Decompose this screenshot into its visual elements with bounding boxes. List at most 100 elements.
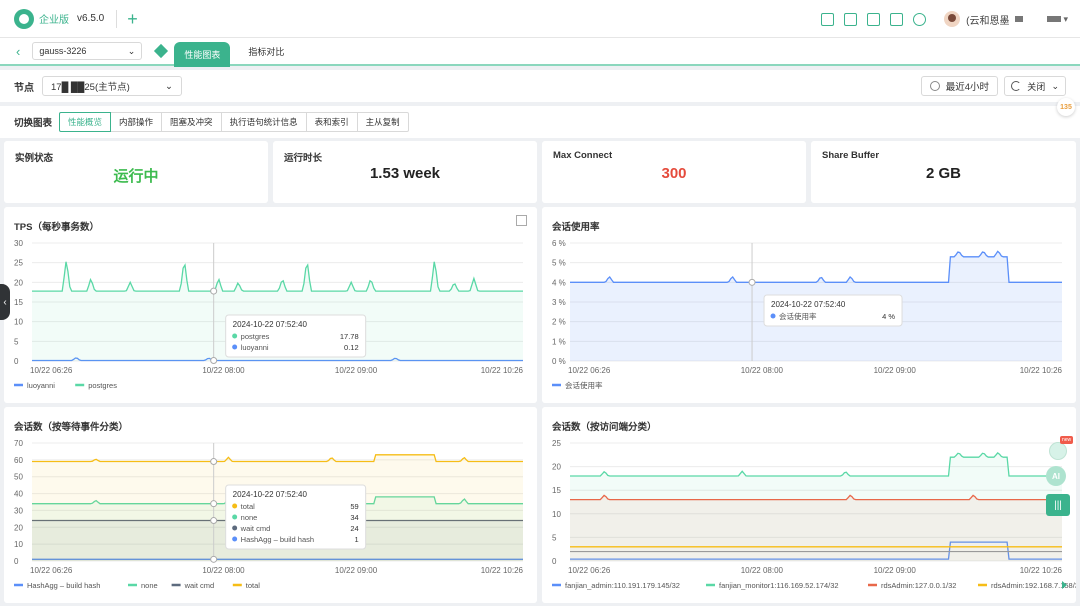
tooltip-series: HashAgg – build hash <box>241 535 314 544</box>
y-tick-label: 5 % <box>552 259 566 268</box>
y-tick-label: 30 <box>14 239 23 248</box>
x-tick-label: 10/22 06:26 <box>568 366 611 375</box>
tooltip-value: 0.12 <box>344 343 359 352</box>
y-tick-label: 20 <box>552 463 561 472</box>
y-tick-label: 4 % <box>552 278 566 287</box>
y-tick-label: 0 <box>552 557 557 566</box>
legend-item[interactable]: total <box>246 581 261 590</box>
redacted-block <box>1047 16 1062 22</box>
tooltip-series: none <box>241 513 258 522</box>
kpi-max-connect: Max Connect 300 <box>542 141 806 203</box>
time-range-label: 最近4小时 <box>945 82 989 93</box>
report-icon[interactable] <box>844 12 858 26</box>
tab-blocking[interactable]: 阻塞及冲突 <box>161 112 222 132</box>
grid-icon[interactable] <box>154 43 169 59</box>
sessions-by-wait-event-panel: 会话数（按等待事件分类） 0 10 20 30 40 50 60 70 10/22 06:26 1… <box>4 407 537 603</box>
y-tick-label: 20 <box>14 523 23 532</box>
side-collapse-handle[interactable]: ‹ <box>0 284 10 320</box>
series-line <box>32 261 523 292</box>
gear-icon[interactable] <box>913 12 927 26</box>
legend-item[interactable]: fanjian_monitor1:116.169.52.174/32 <box>719 581 839 590</box>
ai-assistant-button[interactable]: AI <box>1046 466 1066 486</box>
x-tick-label: 10/22 08:00 <box>202 566 245 575</box>
tooltip-value: 4 % <box>882 312 895 321</box>
assistant-mascot[interactable]: new <box>1046 436 1074 466</box>
x-tick-label: 10/22 06:26 <box>30 566 73 575</box>
y-tick-label: 0 <box>14 557 19 566</box>
add-icon[interactable]: + <box>127 10 138 28</box>
legend-item[interactable]: fanjian_admin:110.191.179.145/32 <box>565 581 680 590</box>
tab-metric-compare[interactable]: 指标对比 <box>238 39 294 64</box>
back-icon[interactable]: ‹ <box>16 44 20 59</box>
hover-point <box>748 278 756 286</box>
legend-item[interactable]: rdsAdmin:127.0.0.1/32 <box>881 581 956 590</box>
kpi-label: 运行时长 <box>284 153 323 164</box>
tps-chart-panel: TPS（每秒事务数） 0 5 10 15 20 25 30 10/22 06:26 10/22 … <box>4 207 537 403</box>
y-tick-label: 3 % <box>552 298 566 307</box>
tab-replication[interactable]: 主从复制 <box>356 112 409 132</box>
legend-item[interactable]: wait cmd <box>184 581 215 590</box>
x-tick-label: 10/22 10:26 <box>1020 366 1063 375</box>
kpi-value: 300 <box>661 165 687 182</box>
x-tick-label: 10/22 10:26 <box>1020 566 1063 575</box>
y-tick-label: 0 % <box>552 357 566 366</box>
time-range-button[interactable]: 最近4小时 <box>920 76 998 96</box>
legend-item[interactable]: luoyanni <box>27 381 55 390</box>
tab-statement-stats[interactable]: 执行语句统计信息 <box>220 112 307 132</box>
y-tick-label: 15 <box>552 486 561 495</box>
tooltip-series: postgres <box>241 332 270 341</box>
y-tick-label: 30 <box>14 506 23 515</box>
hover-point <box>210 517 218 525</box>
sessions-by-wait-event-chart[interactable]: 0 10 20 30 40 50 60 70 10/22 06:26 10/22 08:00 10/… <box>4 407 537 603</box>
node-label: 节点 <box>14 82 34 94</box>
logo[interactable]: 企业版 <box>14 8 69 29</box>
side-badge[interactable]: 135 <box>1057 98 1075 116</box>
user-name[interactable]: (云和恩墨 <box>966 12 1009 27</box>
node-select[interactable]: 17█ ██25(主节点) ⌄ <box>42 76 182 96</box>
hover-point <box>210 458 218 466</box>
mascot-icon <box>1049 442 1067 460</box>
tooltip-time: 2024-10-22 07:52:40 <box>771 300 846 309</box>
document-icon[interactable] <box>821 12 835 26</box>
chevron-down-icon[interactable]: ▾ <box>1063 14 1068 25</box>
kpi-share-buffer: Share Buffer 2 GB <box>811 141 1076 203</box>
clock-icon <box>929 81 940 91</box>
tooltip-swatch <box>232 514 238 520</box>
menu-icon[interactable]: ||| <box>1046 494 1070 516</box>
x-tick-label: 10/22 06:26 <box>30 366 73 375</box>
hover-point <box>210 287 218 295</box>
y-tick-label: 6 % <box>552 239 566 248</box>
auto-refresh-select[interactable]: 关闭 ⌄ <box>1004 76 1066 96</box>
auto-refresh-label: 关闭 <box>1027 81 1046 92</box>
tooltip-value: 24 <box>350 524 358 533</box>
avatar[interactable] <box>944 11 961 27</box>
clipboard-icon[interactable] <box>867 12 881 26</box>
tab-performance-charts[interactable]: 性能图表 <box>174 41 231 67</box>
tab-performance-overview[interactable]: 性能概览 <box>59 112 112 132</box>
tps-chart[interactable]: 0 5 10 15 20 25 30 10/22 06:26 10/22 08:00 10/22 … <box>4 207 537 403</box>
sessions-by-client-chart[interactable]: 0 5 10 15 20 25 10/22 06:26 10/22 08:00 10/22 09… <box>542 407 1076 603</box>
tooltip-series: wait cmd <box>240 524 271 533</box>
tooltip-series: luoyanni <box>241 343 269 352</box>
y-tick-label: 10 <box>552 510 561 519</box>
monitor-icon[interactable] <box>890 12 904 26</box>
tab-internal-ops[interactable]: 内部操作 <box>110 112 163 132</box>
tab-tables-indexes[interactable]: 表和索引 <box>305 112 358 132</box>
legend-item[interactable]: none <box>141 581 158 590</box>
instance-select[interactable]: gauss-3226 ⌄ <box>32 42 143 60</box>
tooltip-swatch <box>232 525 238 531</box>
x-tick-label: 10/22 09:00 <box>874 366 917 375</box>
chevron-down-icon: ⌄ <box>127 45 136 56</box>
y-tick-label: 2 % <box>552 318 566 327</box>
x-tick-label: 10/22 06:26 <box>568 566 611 575</box>
legend-item[interactable]: 会话使用率 <box>565 380 603 390</box>
y-tick-label: 20 <box>14 278 23 287</box>
legend-item[interactable]: postgres <box>88 381 117 390</box>
kpi-value: 2 GB <box>925 165 961 182</box>
tooltip-swatch <box>770 313 776 319</box>
sessions-by-client-panel: 会话数（按访问端分类） 0 5 10 15 20 25 10/22 06:26 10/22 0… <box>542 407 1076 603</box>
legend-item[interactable]: HashAgg – build hash <box>27 581 100 590</box>
x-tick-label: 10/22 09:00 <box>335 366 378 375</box>
top-right-tools: (云和恩墨 ▾ <box>811 0 1068 38</box>
session-usage-chart[interactable]: 0 % 1 % 2 % 3 % 4 % 5 % 6 % 10/22 06:26 10/22 08… <box>542 207 1076 403</box>
